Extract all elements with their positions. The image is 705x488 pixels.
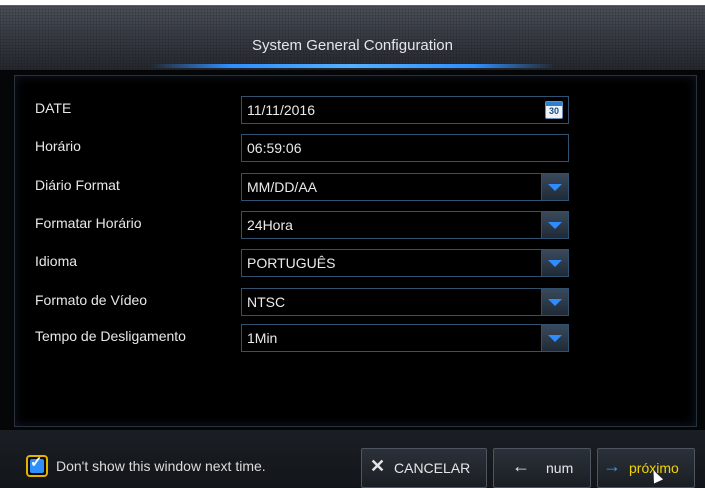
shutdown-time-value: 1Min	[247, 330, 278, 346]
time-field[interactable]: 06:59:06	[241, 134, 569, 162]
chevron-down-icon[interactable]	[541, 289, 568, 315]
time-label: Horário	[35, 138, 81, 154]
x-icon: ✕	[370, 456, 386, 476]
previous-button[interactable]: ← num	[493, 448, 591, 488]
checkmark-icon: ✓	[30, 454, 43, 471]
date-format-value: MM/DD/AA	[247, 179, 317, 195]
previous-button-label: num	[546, 460, 574, 476]
chevron-down-icon[interactable]	[541, 325, 568, 351]
settings-panel: DATE 11/11/2016 30 Horário 06:59:06 Diár…	[14, 75, 697, 427]
time-format-value: 24Hora	[247, 217, 293, 233]
language-label: Idioma	[35, 253, 78, 269]
dont-show-label[interactable]: Don't show this window next time.	[56, 458, 266, 474]
date-value: 11/11/2016	[247, 102, 315, 118]
date-label: DATE	[35, 100, 72, 116]
cancel-button[interactable]: ✕ CANCELAR	[361, 448, 487, 488]
chevron-down-icon[interactable]	[541, 174, 568, 200]
date-format-label: Diário Format	[35, 177, 120, 193]
language-value: PORTUGUÊS	[247, 255, 336, 271]
chevron-down-icon[interactable]	[541, 212, 568, 238]
title-accent-line	[150, 64, 555, 68]
time-format-select[interactable]: 24Hora	[241, 211, 569, 239]
chevron-down-icon[interactable]	[541, 250, 568, 276]
next-button[interactable]: → próximo	[597, 448, 695, 488]
shutdown-time-select[interactable]: 1Min	[241, 324, 569, 352]
footer-bar: ✓ Don't show this window next time. ✕ CA…	[0, 430, 705, 488]
language-select[interactable]: PORTUGUÊS	[241, 249, 569, 277]
date-format-select[interactable]: MM/DD/AA	[241, 173, 569, 201]
time-value: 06:59:06	[247, 140, 302, 156]
cancel-button-label: CANCELAR	[394, 460, 471, 476]
shutdown-time-label: Tempo de Desligamento	[35, 328, 186, 344]
date-field[interactable]: 11/11/2016 30	[241, 96, 569, 124]
time-format-label: Formatar Horário	[35, 215, 142, 231]
config-window: System General Configuration DATE 11/11/…	[0, 5, 705, 488]
video-format-label: Formato de Vídeo	[35, 292, 148, 308]
arrow-left-icon: ←	[512, 456, 530, 476]
title-bar: System General Configuration	[0, 6, 705, 70]
video-format-value: NTSC	[247, 294, 286, 310]
arrow-right-icon: →	[603, 456, 621, 476]
window-title: System General Configuration	[252, 37, 453, 54]
video-format-select[interactable]: NTSC	[241, 288, 569, 316]
calendar-icon[interactable]: 30	[545, 101, 563, 119]
